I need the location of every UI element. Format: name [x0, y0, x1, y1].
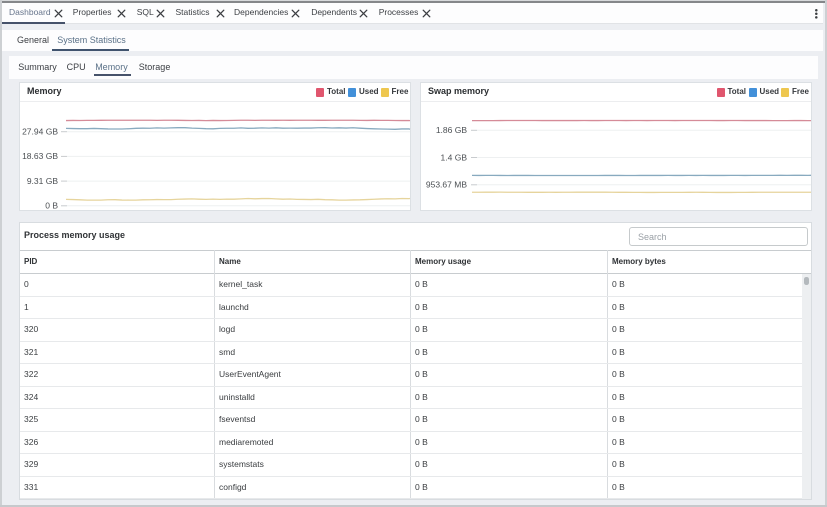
- svg-text:1.4 GB: 1.4 GB: [441, 152, 468, 162]
- svg-text:953.67 MB: 953.67 MB: [426, 180, 467, 190]
- svg-text:27.94 GB: 27.94 GB: [22, 127, 58, 137]
- svg-text:18.63 GB: 18.63 GB: [22, 151, 58, 161]
- svg-text:0 B: 0 B: [45, 201, 58, 210]
- svg-text:1.86 GB: 1.86 GB: [436, 125, 468, 135]
- svg-text:9.31 GB: 9.31 GB: [27, 176, 59, 186]
